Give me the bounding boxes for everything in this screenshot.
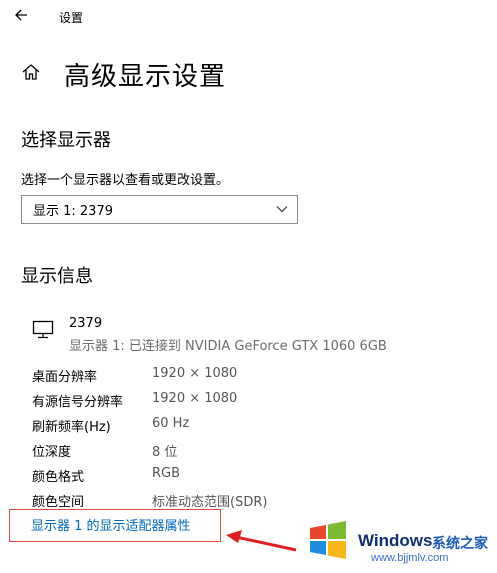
active-signal-resolution-value: 1920 × 1080 [152,391,238,406]
home-icon[interactable] [21,62,41,82]
select-display-heading: 选择显示器 [21,130,111,151]
refresh-rate-label: 刷新频率(Hz) [32,420,111,435]
watermark-brand-cn: 系统之家 [432,536,488,552]
watermark-brand: Windows [358,531,433,550]
color-space-label: 颜色空间 [32,495,85,510]
display-dropdown[interactable]: 显示 1: 2379 [21,195,298,224]
color-space-value: 标准动态范围(SDR) [152,495,268,510]
select-display-description: 选择一个显示器以查看或更改设置。 [21,173,230,188]
monitor-name: 2379 [69,316,103,331]
bit-depth-label: 位深度 [32,445,72,460]
window-title: 设置 [59,11,84,25]
windows-logo-icon [306,518,350,562]
color-format-value: RGB [152,466,181,481]
chevron-down-icon [276,206,288,213]
page-title: 高级显示设置 [64,62,227,92]
desktop-resolution-value: 1920 × 1080 [152,366,238,381]
color-format-label: 颜色格式 [32,470,85,485]
red-arrow-annotation [226,530,297,552]
monitor-description: 显示器 1: 已连接到 NVIDIA GeForce GTX 1060 6GB [69,339,387,354]
display-adapter-properties-link[interactable]: 显示器 1 的显示适配器属性 [31,515,191,534]
monitor-icon [32,320,54,340]
refresh-rate-value: 60 Hz [152,416,190,431]
bit-depth-value: 8 位 [152,445,178,460]
desktop-resolution-label: 桌面分辨率 [32,370,98,385]
back-button[interactable] [12,4,32,26]
back-arrow-icon [15,9,27,21]
watermark-url: www.bjjmlv.com [371,552,449,564]
active-signal-resolution-label: 有源信号分辨率 [32,395,124,410]
display-dropdown-value: 显示 1: 2379 [33,204,113,219]
display-info-heading: 显示信息 [21,266,93,287]
